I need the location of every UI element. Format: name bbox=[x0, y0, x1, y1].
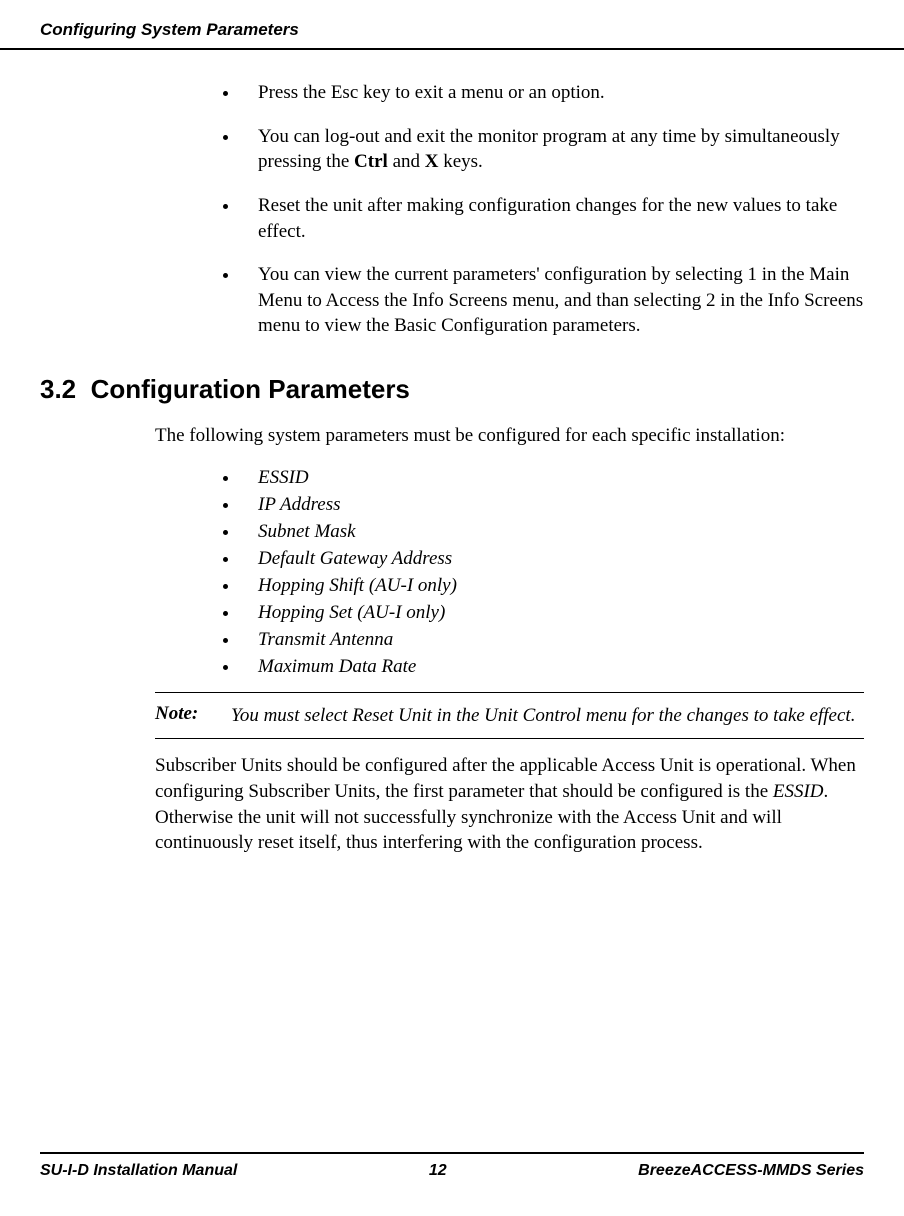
param-item: ESSID bbox=[240, 467, 864, 489]
param-item: Default Gateway Address bbox=[240, 548, 864, 570]
bullet-item: Press the Esc key to exit a menu or an o… bbox=[240, 80, 864, 106]
body-paragraph: Subscriber Units should be configured af… bbox=[155, 753, 864, 856]
section-title: Configuration Parameters bbox=[91, 374, 410, 404]
param-item: Transmit Antenna bbox=[240, 629, 864, 651]
note-box: Note: You must select Reset Unit in the … bbox=[155, 692, 864, 740]
note-label: Note: bbox=[155, 703, 211, 729]
section-number: 3.2 bbox=[40, 374, 76, 404]
bullet-item: Reset the unit after making configuratio… bbox=[240, 193, 864, 244]
footer-left: SU-I-D Installation Manual bbox=[40, 1162, 237, 1180]
header-title: Configuring System Parameters bbox=[40, 20, 299, 39]
bullet-item: You can log-out and exit the monitor pro… bbox=[240, 124, 864, 175]
page-footer: SU-I-D Installation Manual 12 BreezeACCE… bbox=[40, 1152, 864, 1180]
param-item: Subnet Mask bbox=[240, 521, 864, 543]
note-text: You must select Reset Unit in the Unit C… bbox=[231, 703, 855, 729]
param-item: Hopping Shift (AU-I only) bbox=[240, 575, 864, 597]
bullet-item: You can view the current parameters' con… bbox=[240, 262, 864, 339]
param-item: Hopping Set (AU-I only) bbox=[240, 602, 864, 624]
top-bullet-list: Press the Esc key to exit a menu or an o… bbox=[240, 80, 864, 339]
parameter-list: ESSID IP Address Subnet Mask Default Gat… bbox=[240, 467, 864, 678]
footer-right: BreezeACCESS-MMDS Series bbox=[638, 1162, 864, 1180]
param-item: IP Address bbox=[240, 494, 864, 516]
page-header: Configuring System Parameters bbox=[0, 0, 904, 50]
param-item: Maximum Data Rate bbox=[240, 656, 864, 678]
section-heading: 3.2 Configuration Parameters bbox=[40, 374, 864, 405]
footer-center: 12 bbox=[429, 1162, 447, 1180]
page-content: Press the Esc key to exit a menu or an o… bbox=[0, 50, 904, 856]
intro-paragraph: The following system parameters must be … bbox=[155, 423, 864, 449]
